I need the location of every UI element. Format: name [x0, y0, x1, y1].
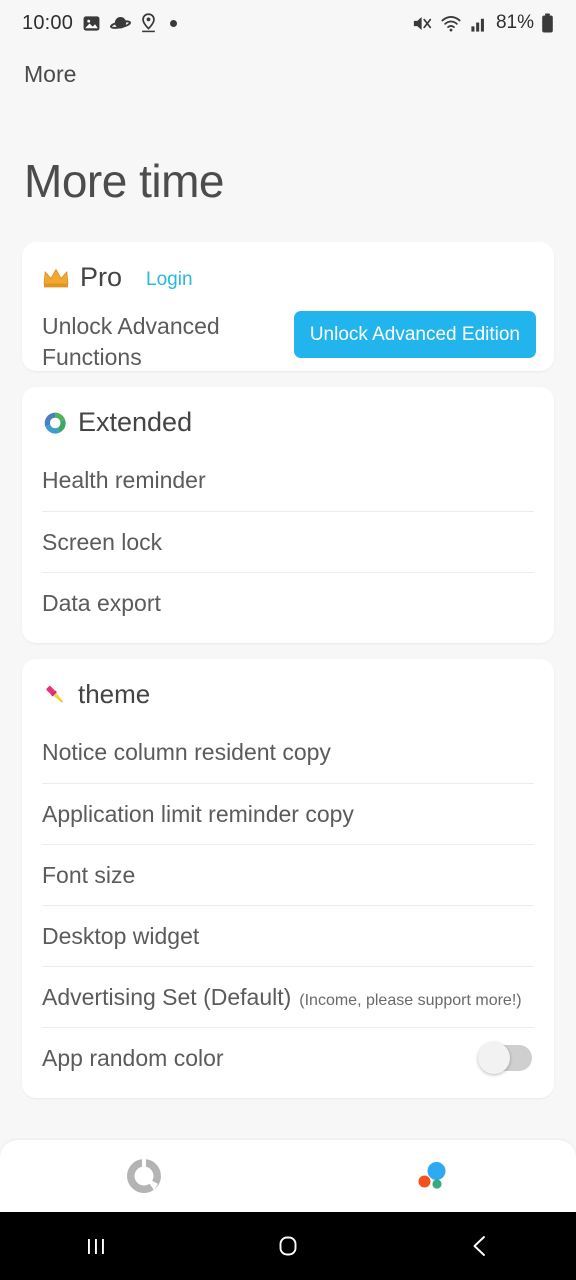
extended-card-title: Extended — [78, 407, 193, 437]
recycle-icon — [42, 410, 68, 436]
bottom-navigation-bar — [0, 1140, 576, 1212]
nav-item-statistics[interactable] — [0, 1140, 288, 1212]
page-title: More time — [24, 155, 224, 207]
extended-card-list: Health reminder Screen lock Data export — [22, 444, 554, 643]
donut-chart-icon — [124, 1156, 164, 1196]
extended-card-header: Extended — [22, 387, 554, 444]
list-item[interactable]: Application limit reminder copy — [42, 783, 534, 844]
status-bar-right: 81% — [412, 12, 554, 34]
toggle-knob — [478, 1042, 510, 1074]
theme-card-title: theme — [78, 679, 151, 709]
saturn-icon — [110, 14, 132, 33]
battery-percent-label: 81% — [495, 12, 534, 33]
pro-card-body: Unlock Advanced Functions Unlock Advance… — [22, 299, 554, 371]
list-item-label: Font size — [42, 861, 136, 888]
home-button[interactable] — [192, 1233, 384, 1259]
recents-icon — [82, 1233, 110, 1259]
signal-icon — [469, 14, 489, 33]
extended-card: Extended Health reminder Screen lock Dat… — [22, 387, 554, 643]
list-item[interactable]: Health reminder — [42, 450, 534, 511]
pro-card: Pro Login Unlock Advanced Functions Unlo… — [22, 242, 554, 371]
image-icon — [82, 14, 101, 33]
android-navigation-bar — [0, 1212, 576, 1280]
nav-item-bubbles[interactable] — [288, 1140, 576, 1212]
list-item[interactable]: Font size — [42, 844, 534, 905]
list-item-label: Screen lock — [42, 528, 163, 555]
list-item-label: Health reminder — [42, 467, 206, 493]
page-header: More time — [0, 102, 576, 242]
battery-icon — [541, 13, 554, 33]
paintbrush-icon — [42, 682, 68, 708]
pro-card-header: Pro Login — [22, 242, 554, 299]
list-item[interactable]: Advertising Set (Default) (Income, pleas… — [42, 966, 534, 1027]
list-item-label: Desktop widget — [42, 922, 200, 949]
recents-button[interactable] — [0, 1233, 192, 1259]
list-item[interactable]: Data export — [42, 572, 534, 633]
theme-card-header: theme — [22, 659, 554, 716]
mute-icon — [412, 14, 433, 33]
dot-icon — [170, 19, 178, 27]
home-icon — [274, 1233, 302, 1259]
status-bar-clock: 10:00 — [22, 11, 74, 34]
list-item-label: App random color — [42, 1044, 224, 1071]
crown-icon — [42, 266, 70, 290]
wifi-icon — [440, 14, 462, 33]
toolbar-title: More — [24, 60, 77, 87]
list-item[interactable]: Notice column resident copy — [42, 722, 534, 783]
back-button[interactable] — [384, 1233, 576, 1259]
login-link[interactable]: Login — [146, 269, 193, 291]
location-pin-icon — [140, 13, 157, 33]
list-item-app-random-color[interactable]: App random color — [42, 1027, 534, 1088]
list-item[interactable]: Desktop widget — [42, 905, 534, 966]
pro-card-description: Unlock Advanced Functions — [42, 313, 220, 370]
theme-card: theme Notice column resident copy Applic… — [22, 659, 554, 1098]
bubbles-icon — [412, 1156, 452, 1196]
app-random-color-toggle[interactable] — [478, 1042, 532, 1074]
list-item-label: Application limit reminder copy — [42, 800, 354, 827]
status-bar-left: 10:00 — [22, 11, 178, 35]
pro-card-title: Pro — [80, 262, 123, 292]
list-item-label: Data export — [42, 589, 161, 616]
theme-card-list: Notice column resident copy Application … — [22, 716, 554, 1098]
list-item-label: Notice column resident copy — [42, 739, 331, 765]
list-item-subtitle: (Income, please support more!) — [299, 991, 522, 1009]
phone-screen: 10:00 81% More More time Pro Login Unloc… — [0, 0, 576, 1280]
toolbar: More — [0, 46, 576, 102]
list-item-label: Advertising Set (Default) — [42, 983, 292, 1010]
list-item[interactable]: Screen lock — [42, 511, 534, 572]
status-bar: 10:00 81% — [0, 0, 576, 46]
back-icon — [466, 1233, 494, 1259]
unlock-advanced-edition-button[interactable]: Unlock Advanced Edition — [293, 311, 536, 358]
